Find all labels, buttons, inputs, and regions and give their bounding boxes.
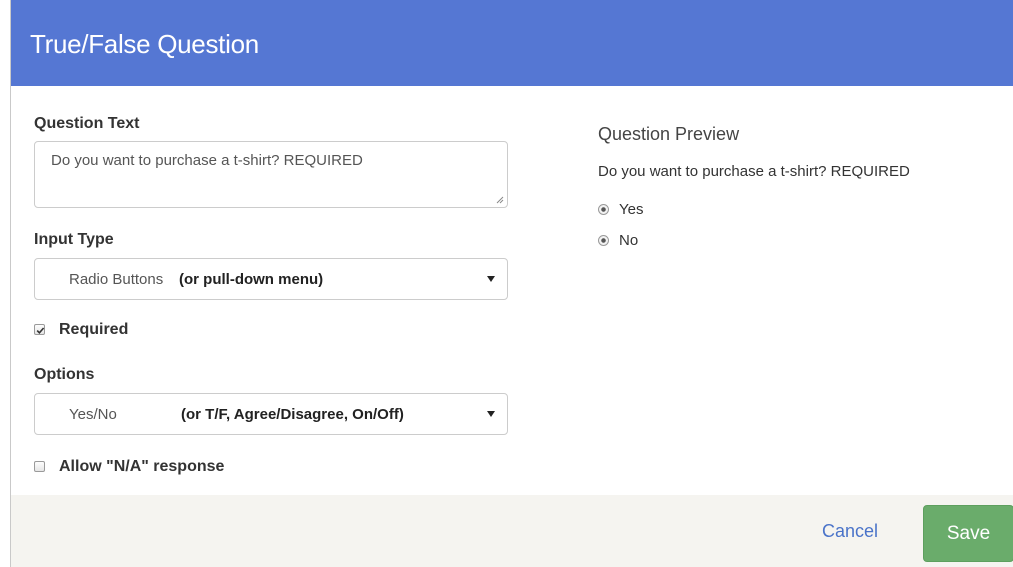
options-label: Options	[34, 366, 95, 383]
preview-option-yes-label[interactable]: Yes	[619, 201, 643, 218]
preview-radio-yes[interactable]	[598, 204, 609, 215]
cancel-button[interactable]: Cancel	[822, 521, 878, 542]
caret-down-icon[interactable]	[487, 276, 495, 282]
dialog-title: True/False Question	[30, 29, 259, 59]
resize-grip-icon[interactable]	[496, 196, 504, 204]
allow-na-label[interactable]: Allow "N/A" response	[59, 458, 224, 476]
required-checkbox[interactable]	[34, 324, 45, 335]
question-preview-title: Question Preview	[598, 124, 740, 144]
caret-down-icon[interactable]	[487, 411, 495, 417]
save-button[interactable]: Save	[923, 505, 1013, 562]
question-text-label: Question Text	[34, 115, 140, 132]
input-type-select[interactable]: Radio Buttons (or pull-down menu)	[34, 258, 508, 300]
true-false-question-dialog: True/False Question Question Text Do you…	[10, 0, 1013, 567]
input-type-hint: (or pull-down menu)	[179, 271, 324, 288]
input-type-value: Radio Buttons	[69, 271, 164, 288]
allow-na-checkbox[interactable]	[34, 461, 45, 472]
options-value: Yes/No	[69, 406, 117, 423]
required-label[interactable]: Required	[59, 321, 128, 339]
preview-option-no-label[interactable]: No	[619, 232, 638, 249]
preview-radio-no[interactable]	[598, 235, 609, 246]
dialog-footer: Cancel Save	[11, 495, 1013, 567]
options-select[interactable]: Yes/No (or T/F, Agree/Disagree, On/Off)	[34, 393, 508, 435]
question-text-value[interactable]: Do you want to purchase a t-shirt? REQUI…	[51, 152, 363, 169]
preview-question-text: Do you want to purchase a t-shirt? REQUI…	[598, 163, 910, 180]
dialog-header: True/False Question	[11, 0, 1013, 86]
input-type-label: Input Type	[34, 231, 114, 248]
question-text-input[interactable]: Do you want to purchase a t-shirt? REQUI…	[34, 141, 508, 208]
check-icon	[36, 327, 45, 334]
options-hint: (or T/F, Agree/Disagree, On/Off)	[181, 406, 404, 423]
